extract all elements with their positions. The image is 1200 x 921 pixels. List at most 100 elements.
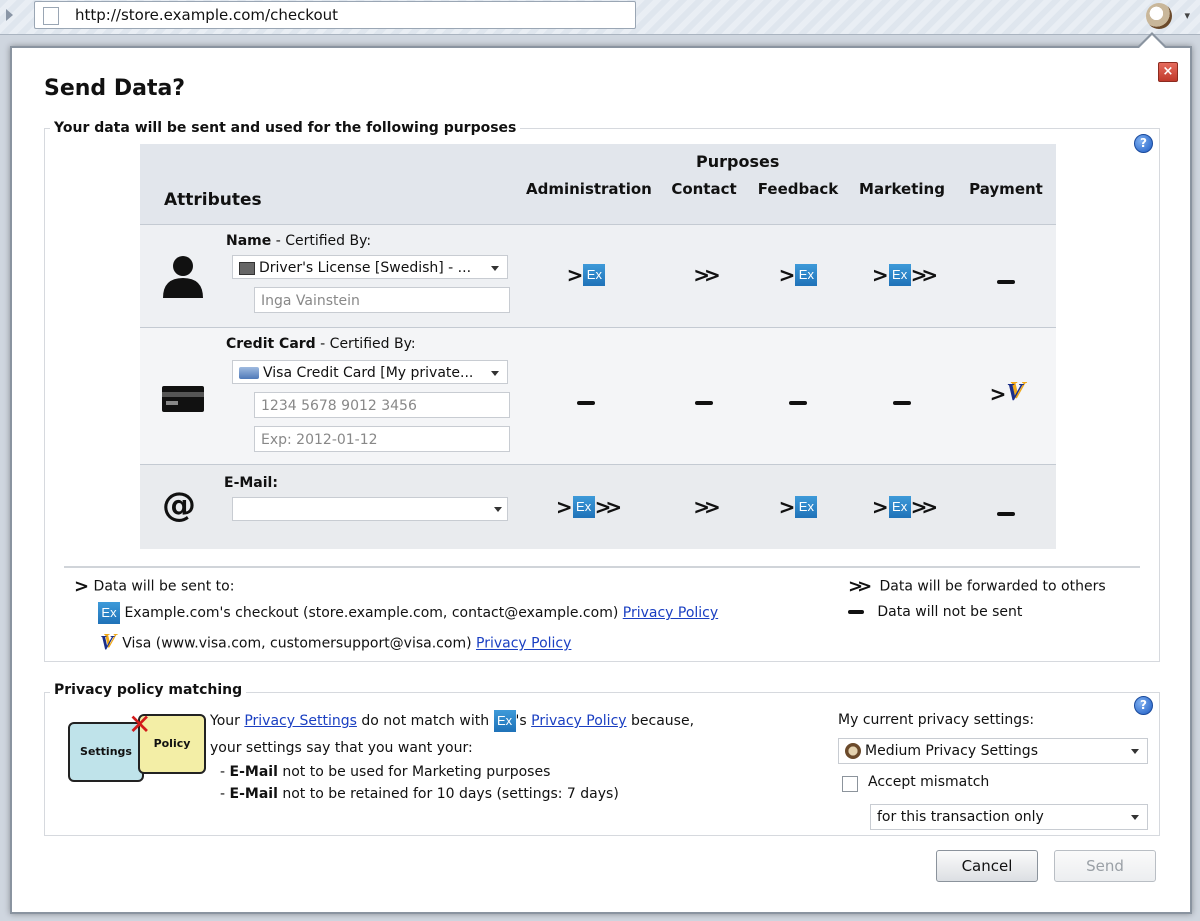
mark-email-feedback: > Ex — [738, 495, 858, 519]
send-arrow-icon: > — [778, 495, 796, 519]
credit-card-attr-label: Credit Card - Certified By: — [226, 336, 416, 352]
back-arrow-icon[interactable] — [6, 9, 13, 21]
ex-logo-icon: Ex — [572, 496, 595, 518]
forward-arrow-icon: >> — [693, 495, 720, 519]
not-sent-icon — [695, 400, 713, 405]
card-expiry-field[interactable]: Exp: 2012-01-12 — [254, 426, 510, 452]
settings-say-text: your settings say that you want your: — [210, 740, 473, 756]
send-arrow-icon: > — [871, 495, 889, 519]
visa-logo-icon: V — [1006, 380, 1022, 407]
accept-mismatch-checkbox[interactable] — [842, 776, 858, 792]
address-bar[interactable]: http://store.example.com/checkout — [34, 1, 636, 29]
privacy-extension-icon[interactable] — [1146, 3, 1172, 29]
license-icon — [239, 261, 255, 275]
not-sent-icon — [997, 511, 1015, 516]
visa-privacy-policy-link[interactable]: Privacy Policy — [476, 636, 571, 652]
page-icon — [43, 7, 59, 25]
credit-card-icon — [162, 386, 204, 412]
ex-privacy-policy-link[interactable]: Privacy Policy — [531, 713, 626, 729]
cancel-button[interactable]: Cancel — [936, 850, 1038, 882]
help-icon[interactable]: ? — [1134, 696, 1153, 715]
legend-visa-recipient: V Visa (www.visa.com, customersupport@vi… — [100, 632, 572, 654]
chevron-down-icon[interactable]: ▾ — [1184, 9, 1190, 22]
attributes-table: Purposes Attributes Administration Conta… — [140, 144, 1056, 549]
mark-card-feedback — [738, 392, 858, 411]
chevron-down-icon — [494, 507, 502, 512]
mark-card-administration — [526, 392, 646, 411]
legend-forwarded: >> Data will be forwarded to others — [848, 576, 1106, 597]
send-arrow-icon: > — [555, 495, 573, 519]
send-arrow-icon: > — [566, 263, 584, 287]
accept-mismatch-label: Accept mismatch — [868, 774, 990, 790]
not-sent-icon — [997, 279, 1015, 284]
attributes-header: Attributes — [164, 190, 262, 210]
forward-arrow-icon: >> — [594, 495, 622, 519]
ex-privacy-policy-link[interactable]: Privacy Policy — [623, 605, 718, 621]
send-arrow-icon: > — [871, 263, 889, 287]
email-select[interactable] — [232, 497, 508, 521]
not-sent-icon — [893, 400, 911, 405]
mark-email-marketing: > Ex >> — [842, 495, 962, 519]
chevron-down-icon — [491, 371, 499, 376]
name-certificate-select[interactable]: Driver's License [Swedish] - ... — [232, 255, 508, 279]
current-settings-label: My current privacy settings: — [838, 712, 1035, 728]
legend-ex-recipient: Ex Example.com's checkout (store.example… — [98, 602, 718, 624]
ex-logo-icon: Ex — [888, 496, 911, 518]
column-marketing: Marketing — [859, 180, 945, 198]
privacy-settings-link[interactable]: Privacy Settings — [244, 713, 357, 729]
legend-not-sent: Data will not be sent — [848, 604, 1022, 620]
legend-sent-to: > Data will be sent to: — [74, 576, 235, 597]
mark-name-payment — [946, 271, 1066, 290]
card-number-field[interactable]: 1234 5678 9012 3456 — [254, 392, 510, 418]
table-row-name: Name - Certified By: Driver's License [S… — [140, 225, 1056, 328]
visa-logo-glyph: V — [100, 632, 114, 654]
send-arrow-icon: > — [74, 576, 90, 597]
purposes-header: Purposes — [696, 152, 780, 171]
not-sent-icon — [848, 610, 864, 614]
ex-logo-icon: Ex — [888, 264, 911, 286]
name-attr-label: Name - Certified By: — [226, 233, 372, 249]
chevron-down-icon — [1131, 815, 1139, 820]
mark-card-payment: >V — [946, 380, 1066, 407]
at-sign-icon: @ — [162, 485, 196, 525]
purposes-group-legend: Your data will be sent and used for the … — [50, 120, 521, 136]
mark-email-administration: > Ex >> — [526, 495, 646, 519]
privacy-settings-select[interactable]: Medium Privacy Settings — [838, 738, 1148, 764]
mark-name-marketing: > Ex >> — [842, 263, 962, 287]
send-arrow-icon: > — [778, 263, 796, 287]
chevron-down-icon — [491, 266, 499, 271]
column-administration: Administration — [526, 180, 652, 198]
ex-logo-icon: Ex — [795, 496, 818, 518]
ex-logo-icon: Ex — [98, 602, 120, 624]
mark-email-payment — [946, 503, 1066, 522]
mismatch-x-icon: ✕ — [128, 708, 152, 741]
not-sent-icon — [577, 400, 595, 405]
name-field[interactable]: Inga Vainstein — [254, 287, 510, 313]
mismatch-scope-select[interactable]: for this transaction only — [870, 804, 1148, 830]
privacy-matching-legend: Privacy policy matching — [50, 682, 247, 698]
person-icon — [163, 256, 203, 298]
mismatch-sentence: Your Privacy Settings do not match with … — [210, 710, 694, 732]
email-attr-label: E-Mail: — [224, 475, 278, 491]
credit-card-certificate-select[interactable]: Visa Credit Card [My private... — [232, 360, 508, 384]
policy-mismatch-puzzle — [32, 48, 172, 120]
column-feedback: Feedback — [757, 180, 839, 198]
ex-logo-icon: Ex — [583, 264, 606, 286]
table-row-credit-card: Credit Card - Certified By: Visa Credit … — [140, 328, 1056, 465]
dialog-pointer-inner — [1138, 35, 1166, 49]
send-arrow-icon: > — [989, 381, 1007, 406]
url-text: http://store.example.com/checkout — [75, 6, 339, 24]
forward-arrow-icon: >> — [693, 263, 720, 287]
close-button[interactable]: × — [1158, 62, 1178, 82]
not-sent-icon — [789, 400, 807, 405]
chevron-down-icon — [1131, 749, 1139, 754]
send-button[interactable]: Send — [1054, 850, 1156, 882]
help-icon[interactable]: ? — [1134, 134, 1153, 153]
reason-item: - E-Mail not to be retained for 10 days … — [220, 786, 619, 802]
forward-arrow-icon: >> — [910, 495, 938, 519]
browser-toolbar: http://store.example.com/checkout ▾ — [0, 0, 1200, 35]
column-payment: Payment — [969, 180, 1043, 198]
table-row-email: @ E-Mail: > Ex >> >> > Ex > Ex >> — [140, 465, 1056, 549]
legend-divider — [64, 566, 1140, 568]
visa-logo-glyph: V — [1006, 380, 1023, 406]
